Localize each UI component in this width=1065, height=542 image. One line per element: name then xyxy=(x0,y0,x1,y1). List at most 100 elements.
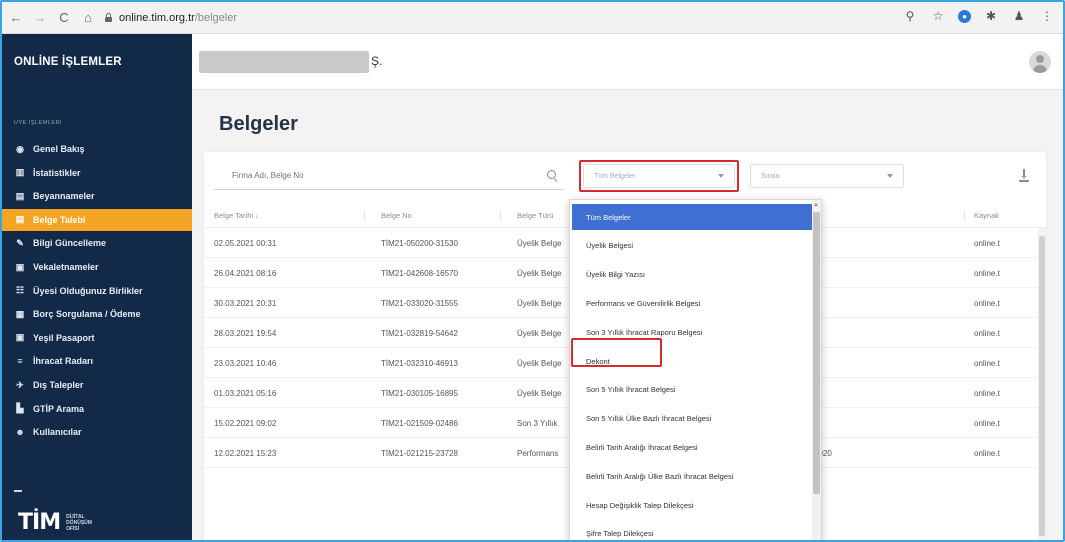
top-header: ONLİNE İŞLEMLER Ş. xyxy=(2,34,1063,90)
app-frame: ← → C ⌂ online.tim.org.tr/belgeler ⚲ ☆ ●… xyxy=(0,0,1065,542)
cell-source: online.t xyxy=(974,269,1000,278)
dropdown-option[interactable]: Performans ve Güvenilirlik Belgesi xyxy=(572,290,812,316)
menu-icon[interactable]: ⋮ xyxy=(1039,8,1055,24)
cell-document-no: TİM21-021215-23728 xyxy=(381,449,458,458)
cell-date: 15.02.2021 09:02 xyxy=(214,419,277,428)
cell-document-no: TİM21-050200-31530 xyxy=(381,239,458,248)
sidebar-item[interactable]: ☻ Kullanıcılar xyxy=(2,421,192,443)
sidebar-item[interactable]: ▥ İstatistikler xyxy=(2,162,192,184)
star-icon[interactable]: ☆ xyxy=(930,8,946,24)
cell-date: 30.03.2021 20:31 xyxy=(214,299,277,308)
dropdown-option[interactable]: Belirli Tarih Aralığı Ülke Bazlı İhracat… xyxy=(572,463,812,489)
dropdown-scrollbar[interactable] xyxy=(812,200,821,540)
cell-source: online.t xyxy=(974,359,1000,368)
sidebar-item-label: İstatistikler xyxy=(33,167,81,178)
sidebar-item[interactable]: ▦ Borç Sorgulama / Ödeme xyxy=(2,303,192,325)
dropdown-option[interactable]: Tüm Belgeler xyxy=(572,204,812,230)
cell-date: 01.03.2021 05:16 xyxy=(214,389,277,398)
sidebar-item-label: Yeşil Pasaport xyxy=(33,332,95,343)
sidebar-item-label: Beyannameler xyxy=(33,191,95,202)
chevron-down-icon xyxy=(887,174,893,178)
sidebar-item[interactable]: ▤ Belge Talebi xyxy=(2,208,192,231)
document-type-dropdown: Tüm Belgeler Üyelik Belgesi Üyelik Bilgi Y… xyxy=(569,199,822,540)
stats-icon: ▥ xyxy=(15,167,25,178)
sidebar-item-label: Üyesi Olduğunuz Birlikler xyxy=(33,285,143,296)
sidebar-item-label: Bilgi Güncelleme xyxy=(33,238,107,249)
cell-source: online.t xyxy=(974,299,1000,308)
sort-select[interactable]: Sırala xyxy=(750,164,904,188)
cell-document-type: Üyelik Belge xyxy=(517,299,562,308)
sidebar-item-label: Dış Talepler xyxy=(33,380,84,390)
search-icon[interactable] xyxy=(547,170,558,181)
cell-document-no: TİM21-021509-02486 xyxy=(381,419,458,428)
column-header-date[interactable]: Belge Tarihi ↓ xyxy=(214,211,259,220)
home-icon[interactable]: ⌂ xyxy=(78,8,98,28)
cell-document-no: TİM21-042608-16570 xyxy=(381,269,458,278)
column-header-type[interactable]: Belge Türü xyxy=(517,211,554,220)
company-name-suffix: Ş. xyxy=(371,54,383,68)
back-icon[interactable]: ← xyxy=(6,8,26,28)
sidebar-item[interactable]: ≡ İhracat Radarı xyxy=(2,350,192,372)
browser-toolbar: ← → C ⌂ online.tim.org.tr/belgeler ⚲ ☆ ●… xyxy=(2,2,1063,34)
reload-icon[interactable]: C xyxy=(54,8,74,28)
extension-icon[interactable]: ● xyxy=(958,9,971,23)
sidebar-item-label: Kullanıcılar xyxy=(33,427,82,438)
address-bar[interactable]: online.tim.org.tr/belgeler xyxy=(104,7,237,29)
cell-date: 02.05.2021 00:31 xyxy=(214,239,277,248)
logo-subtitle: DİJİTAL DÖNÜŞÜM OFİSİ xyxy=(66,513,92,532)
sidebar-item[interactable]: ▣ Yeşil Pasaport xyxy=(2,327,192,349)
request-icon: ✈ xyxy=(16,379,24,390)
more-icon[interactable] xyxy=(14,490,22,492)
cell-source: online.t xyxy=(974,389,1000,398)
sidebar-item[interactable]: ▣ Vekaletnameler xyxy=(2,256,192,278)
dropdown-option[interactable]: Son 5 Yıllık Ülke Bazlı İhracat Belgesi xyxy=(572,406,812,432)
payment-icon: ▦ xyxy=(15,308,25,319)
dropdown-option[interactable]: Üyelik Belgesi xyxy=(572,233,812,259)
sidebar-item[interactable]: ▙ GTİP Arama xyxy=(2,398,192,420)
column-header-source[interactable]: Kaynak xyxy=(974,211,999,220)
cell-document-type: Üyelik Belge xyxy=(517,239,562,248)
column-header-no[interactable]: Belge No xyxy=(381,211,412,220)
avatar[interactable] xyxy=(1029,51,1051,73)
cell-document-no: TİM21-033020-31555 xyxy=(381,299,458,308)
search-list-icon: ▙ xyxy=(16,403,24,414)
cell-source: online.t xyxy=(974,449,1000,458)
puzzle-icon[interactable]: ✱ xyxy=(983,8,999,24)
cell-document-type: Performans xyxy=(517,449,559,458)
search-input[interactable] xyxy=(232,171,532,180)
file-icon: ▤ xyxy=(15,214,25,225)
forward-icon[interactable]: → xyxy=(30,8,50,28)
download-icon[interactable] xyxy=(1018,169,1030,182)
cell-document-type: Üyelik Belge xyxy=(517,389,562,398)
profile-icon[interactable]: ♟ xyxy=(1011,8,1027,24)
dropdown-option[interactable]: Şifre Talep Dilekçesi xyxy=(572,521,812,540)
dropdown-option[interactable]: Üyelik Bilgi Yazısı xyxy=(572,262,812,288)
sidebar-item[interactable]: ◉ Genel Bakış xyxy=(2,138,192,160)
cell-document-type: Son 3 Yıllık xyxy=(517,419,558,428)
cell-source: online.t xyxy=(974,239,1000,248)
sidebar-item[interactable]: ▤ Beyannameler xyxy=(2,185,192,207)
sidebar-item[interactable]: ✎ Bilgi Güncelleme xyxy=(2,232,192,254)
dropdown-option[interactable]: Belirli Tarih Aralığı İhracat Belgesi xyxy=(572,434,812,460)
sidebar-item-label: Belge Talebi xyxy=(33,214,86,225)
cell-source: online.t xyxy=(974,329,1000,338)
sidebar-item[interactable]: ✈ Dış Talepler xyxy=(2,374,192,396)
sidebar-item[interactable]: ☷ Üyesi Olduğunuz Birlikler xyxy=(2,280,192,302)
table-scrollbar[interactable] xyxy=(1038,228,1046,540)
zoom-icon[interactable]: ⚲ xyxy=(902,8,918,24)
cell-source: online.t xyxy=(974,419,1000,428)
passport-icon: ▣ xyxy=(15,332,25,343)
cell-document-type: Üyelik Belge xyxy=(517,269,562,278)
cell-document-type: Üyelik Belge xyxy=(517,329,562,338)
sidebar-item-label: Genel Bakış xyxy=(33,144,85,154)
cell-date: 12.02.2021 15:23 xyxy=(214,449,277,458)
sort-placeholder: Sırala xyxy=(761,172,780,180)
brand-title: ONLİNE İŞLEMLER xyxy=(2,34,192,90)
url-path: /belgeler xyxy=(194,11,238,24)
dropdown-option[interactable]: Hesap Değişiklik Talep Dilekçesi xyxy=(572,492,812,518)
url-host: online.tim.org.tr xyxy=(119,11,195,24)
page-title: Belgeler xyxy=(219,113,298,135)
dropdown-option[interactable]: Son 5 Yıllık İhracat Belgesi xyxy=(572,377,812,403)
cell-document-no: TİM21-032819-54642 xyxy=(381,329,458,338)
cell-date: 26.04.2021 08:16 xyxy=(214,269,277,278)
